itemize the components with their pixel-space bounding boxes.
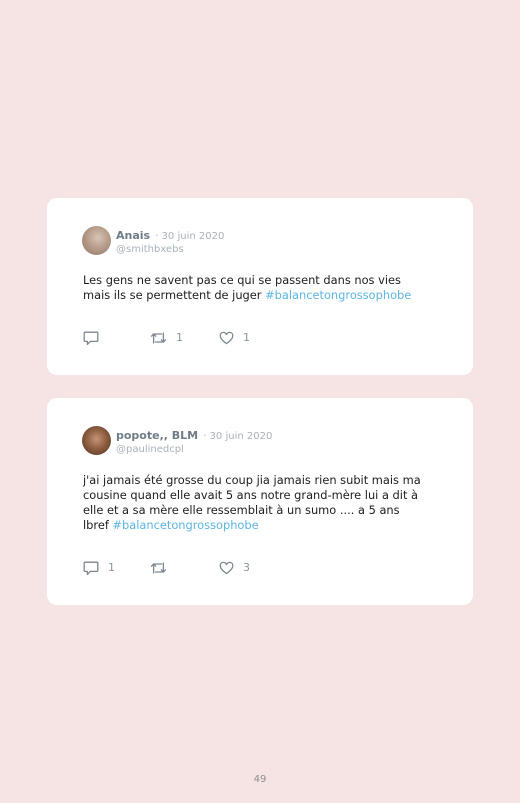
heart-icon [219, 561, 234, 575]
page-number: 49 [253, 774, 267, 785]
reply-icon [83, 331, 99, 345]
like-count: 1 [243, 330, 250, 344]
tweet-text-line: cousine quand elle avait 5 ans notre gra… [83, 488, 419, 502]
reply-button[interactable]: 1 [83, 560, 115, 576]
tweet-actions: 1 1 [83, 330, 283, 346]
avatar[interactable] [82, 226, 111, 255]
retweet-button[interactable]: 1 [150, 330, 183, 346]
tweet-date: · 30 juin 2020 [155, 231, 225, 242]
retweet-icon [150, 562, 167, 574]
tweet-header: popote,, BLM · 30 juin 2020 @paulinedcpl [116, 427, 272, 456]
avatar[interactable] [82, 426, 111, 455]
reply-button[interactable] [83, 330, 108, 346]
author-name[interactable]: Anais [116, 229, 150, 242]
retweet-icon [150, 332, 167, 344]
tweet-text-line: mais ils se permettent de juger [83, 288, 266, 302]
heart-icon [219, 331, 234, 345]
hashtag-link[interactable]: #balancetongrossophobe [265, 288, 411, 302]
reply-count: 1 [108, 560, 115, 574]
author-handle[interactable]: @paulinedcpl [116, 443, 272, 456]
tweet-card: popote,, BLM · 30 juin 2020 @paulinedcpl… [47, 398, 473, 605]
tweet-actions: 1 3 [83, 560, 283, 576]
tweet-text-line: j'ai jamais été grosse du coup jia jamai… [83, 473, 421, 487]
like-button[interactable]: 1 [219, 330, 250, 346]
author-name[interactable]: popote,, BLM [116, 429, 198, 442]
tweet-text-line: elle et a sa mère elle ressemblait à un … [83, 503, 400, 517]
retweet-button[interactable] [150, 560, 176, 576]
retweet-count: 1 [176, 330, 183, 344]
like-button[interactable]: 3 [219, 560, 250, 576]
tweet-text-line: Les gens ne savent pas ce qui se passent… [83, 273, 401, 287]
tweet-text: Les gens ne savent pas ce qui se passent… [83, 273, 438, 303]
reply-icon [83, 561, 99, 575]
tweet-text-line: lbref [83, 518, 113, 532]
author-handle[interactable]: @smithbxebs [116, 243, 224, 256]
tweet-text: j'ai jamais été grosse du coup jia jamai… [83, 473, 438, 533]
hashtag-link[interactable]: #balancetongrossophobe [112, 518, 258, 532]
tweet-date: · 30 juin 2020 [203, 431, 273, 442]
tweet-card: Anais · 30 juin 2020 @smithbxebs Les gen… [47, 198, 473, 375]
tweet-header: Anais · 30 juin 2020 @smithbxebs [116, 227, 224, 256]
like-count: 3 [243, 560, 250, 574]
